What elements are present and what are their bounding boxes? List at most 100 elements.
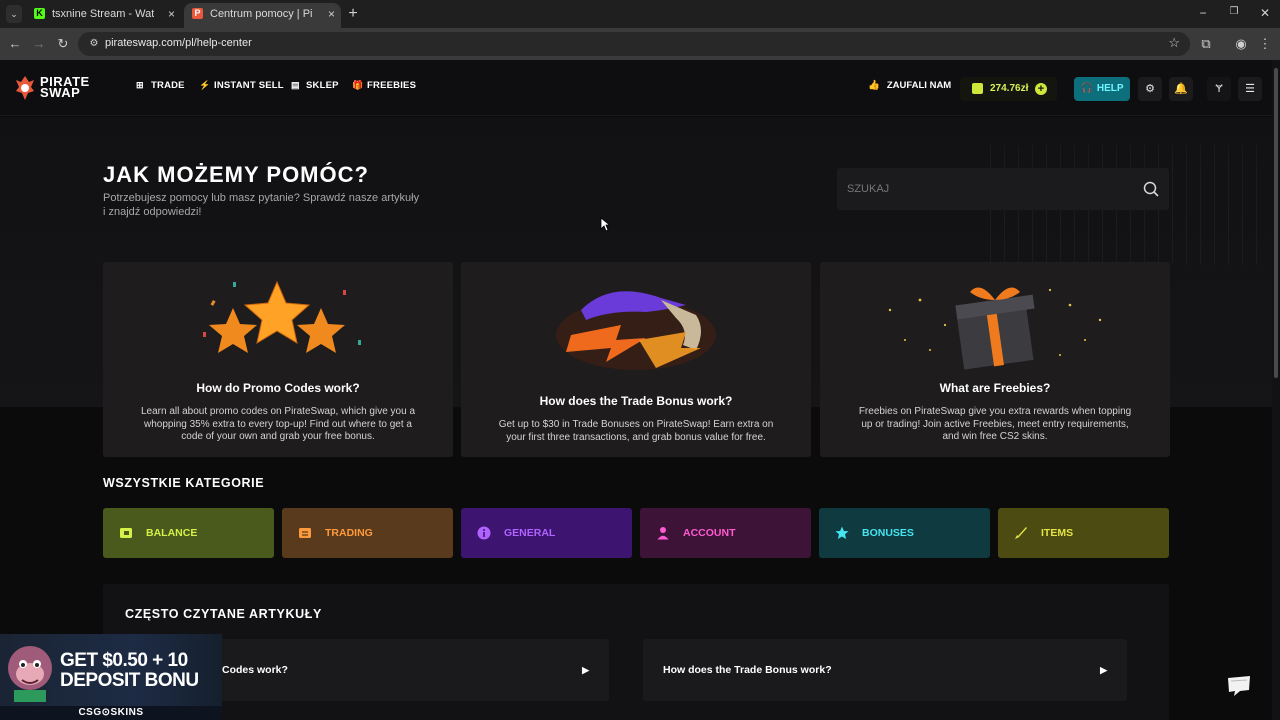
page-title: JAK MOŻEMY POMÓC? bbox=[103, 162, 369, 187]
settings-gear-icon[interactable]: ⚙ bbox=[1138, 77, 1162, 101]
user-icon bbox=[657, 527, 669, 540]
card-description: Get up to $30 in Trade Bonuses on Pirate… bbox=[498, 419, 774, 443]
browser-menu-icon[interactable]: ⋮ bbox=[1256, 36, 1274, 52]
tab-search-button[interactable]: ⌄ bbox=[6, 5, 22, 23]
nav-instant-sell[interactable]: ⚡ INSTANT SELL bbox=[199, 80, 284, 91]
gift-icon: 🎁 bbox=[352, 80, 364, 90]
chevron-right-icon: ▶ bbox=[582, 665, 589, 675]
store-icon: ▤ bbox=[291, 80, 300, 90]
feature-card-freebies[interactable]: What are Freebies? Freebies on PirateSwa… bbox=[820, 262, 1170, 457]
restore-button[interactable]: ❐ bbox=[1224, 6, 1244, 17]
category-label: TRADING bbox=[325, 527, 373, 539]
nav-trade[interactable]: ⊞ TRADE bbox=[136, 80, 185, 91]
close-window-button[interactable]: ✕ bbox=[1255, 6, 1275, 20]
card-description: Freebies on PirateSwap give you extra re… bbox=[858, 406, 1132, 442]
new-tab-button[interactable]: + bbox=[346, 4, 360, 24]
headset-icon: 🎧 bbox=[1080, 83, 1093, 94]
ad-subheadline: DEPOSIT BONU bbox=[60, 670, 199, 691]
bookmark-star-icon[interactable]: ☆ bbox=[1168, 35, 1180, 51]
profile-icon[interactable]: ◉ bbox=[1232, 36, 1250, 52]
page-subtitle: Potrzebujesz pomocy lub masz pytanie? Sp… bbox=[103, 192, 420, 218]
nav-freebies[interactable]: 🎁 FREEBIES bbox=[352, 80, 416, 91]
wallet-icon bbox=[972, 83, 983, 94]
stream-ad-overlay[interactable]: GET $0.50 + 10 DEPOSIT BONU CSG⊙SKINS bbox=[0, 634, 222, 720]
kick-favicon-icon: K bbox=[34, 8, 45, 19]
thumbs-up-icon: 👍 bbox=[868, 80, 880, 91]
balance-widget[interactable]: 274.76zł + bbox=[960, 77, 1057, 101]
search-icon[interactable] bbox=[1143, 181, 1159, 197]
trade-icon: ⊞ bbox=[136, 80, 144, 90]
card-description: Learn all about promo codes on PirateSwa… bbox=[140, 406, 416, 442]
nav-sklep[interactable]: ▤ SKLEP bbox=[291, 80, 339, 91]
lightning-icon: ⚡ bbox=[199, 80, 211, 90]
article-label: How does the Trade Bonus work? bbox=[663, 664, 832, 676]
url-text[interactable]: pirateswap.com/pl/help-center bbox=[105, 37, 252, 49]
knife-illustration-icon bbox=[556, 291, 716, 370]
extensions-icon[interactable]: ⧉ bbox=[1197, 36, 1215, 52]
browser-window: ⌄ K tsxnine Stream - Watch Live on × P C… bbox=[0, 0, 1280, 720]
reload-icon[interactable]: ↻ bbox=[54, 36, 72, 52]
trusted-link[interactable]: 👍 ZAUFALI NAM bbox=[868, 80, 951, 91]
category-account[interactable]: ACCOUNT bbox=[640, 508, 811, 558]
feature-card-trade-bonus[interactable]: How does the Trade Bonus work? Get up to… bbox=[461, 262, 811, 457]
close-icon[interactable]: × bbox=[168, 3, 175, 25]
article-link[interactable]: How does the Trade Bonus work? ▶ bbox=[643, 639, 1127, 701]
logo-text: PIRATE SWAP bbox=[40, 75, 110, 100]
browser-tab-pirateswap[interactable]: P Centrum pomocy | PirateSwap × bbox=[184, 3, 341, 28]
ad-headline-amount: $0.50 + 10 bbox=[102, 650, 188, 671]
nav-instant-sell-label: INSTANT SELL bbox=[214, 80, 284, 91]
forward-arrow-icon[interactable]: → bbox=[30, 36, 48, 52]
category-label: ACCOUNT bbox=[683, 527, 736, 539]
card-title: What are Freebies? bbox=[939, 381, 1051, 395]
add-funds-icon[interactable]: + bbox=[1035, 83, 1047, 95]
nav-sklep-label: SKLEP bbox=[306, 80, 339, 91]
notifications-bell-icon[interactable]: 🔔 bbox=[1169, 77, 1193, 101]
card-title: How do Promo Codes work? bbox=[196, 381, 360, 395]
chat-bubble-icon[interactable] bbox=[1224, 672, 1254, 700]
articles-heading: CZĘSTO CZYTANE ARTYKUŁY bbox=[125, 607, 322, 621]
logo-line-2: SWAP bbox=[40, 85, 81, 100]
browser-tab-kick[interactable]: K tsxnine Stream - Watch Live on × bbox=[26, 3, 181, 28]
help-label: HELP bbox=[1096, 83, 1124, 94]
mouse-cursor-icon bbox=[600, 217, 610, 232]
ad-brand: CSG⊙SKINS bbox=[0, 706, 222, 720]
feature-card-promo-codes[interactable]: How do Promo Codes work? Learn all about… bbox=[103, 262, 453, 457]
scrollbar-thumb[interactable] bbox=[1274, 68, 1278, 378]
tab-title: Centrum pomocy | PirateSwap bbox=[210, 8, 312, 20]
site-header: PIRATE SWAP ⊞ TRADE ⚡ INSTANT SELL ▤ SKLEP … bbox=[0, 60, 1272, 116]
nav-freebies-label: FREEBIES bbox=[367, 80, 417, 91]
search-input[interactable] bbox=[837, 168, 1127, 210]
site-info-icon[interactable]: ⚙ bbox=[87, 37, 101, 51]
page-scrollbar[interactable] bbox=[1272, 60, 1280, 720]
tab-strip: ⌄ K tsxnine Stream - Watch Live on × P C… bbox=[0, 0, 1280, 28]
category-bonuses[interactable]: BONUSES bbox=[819, 508, 990, 558]
wallet-icon bbox=[120, 528, 132, 538]
help-search bbox=[837, 168, 1169, 210]
category-label: BONUSES bbox=[862, 527, 914, 539]
address-bar[interactable]: ⚙ pirateswap.com/pl/help-center ☆ bbox=[78, 32, 1190, 56]
back-arrow-icon[interactable]: ← bbox=[6, 36, 24, 52]
minimize-button[interactable]: − bbox=[1193, 6, 1213, 20]
help-button[interactable]: 🎧 HELP bbox=[1074, 77, 1130, 101]
category-items[interactable]: ITEMS bbox=[998, 508, 1169, 558]
category-general[interactable]: GENERAL bbox=[461, 508, 632, 558]
pirateswap-favicon-icon: P bbox=[192, 8, 203, 19]
nav-trade-label: TRADE bbox=[151, 80, 185, 91]
close-icon[interactable]: × bbox=[328, 3, 335, 25]
category-balance[interactable]: BALANCE bbox=[103, 508, 274, 558]
browser-toolbar: ← → ↻ ⚙ pirateswap.com/pl/help-center ☆ … bbox=[0, 28, 1280, 60]
categories-heading: WSZYSTKIE KATEGORIE bbox=[103, 476, 265, 490]
category-trading[interactable]: TRADING bbox=[282, 508, 453, 558]
category-label: GENERAL bbox=[504, 527, 556, 539]
ad-headline-prefix: GET bbox=[60, 650, 103, 671]
balance-amount: 274.76zł bbox=[990, 83, 1029, 94]
monkey-mascot-icon bbox=[8, 646, 52, 702]
category-label: BALANCE bbox=[146, 527, 198, 539]
user-avatar[interactable]: Ɏ bbox=[1207, 77, 1231, 101]
category-label: ITEMS bbox=[1041, 527, 1074, 539]
menu-hamburger-icon[interactable]: ☰ bbox=[1238, 77, 1262, 101]
tab-title: tsxnine Stream - Watch Live on bbox=[52, 8, 154, 20]
chevron-right-icon: ▶ bbox=[1100, 665, 1107, 675]
stars-illustration-icon bbox=[203, 280, 361, 353]
pirate-logo-icon bbox=[16, 76, 34, 100]
